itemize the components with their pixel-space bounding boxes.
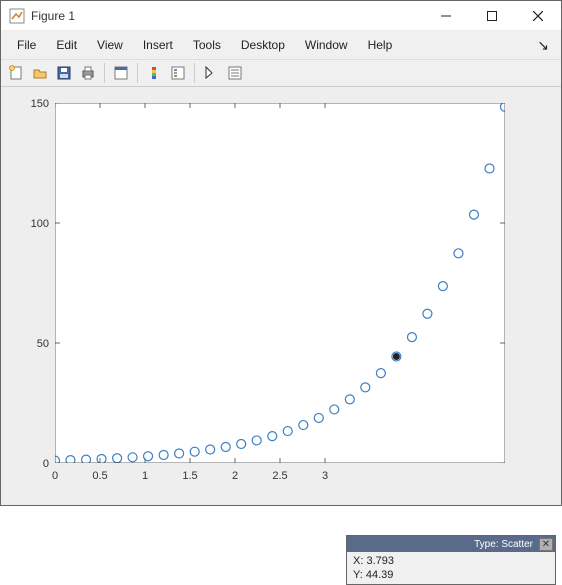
datatip-x: X: 3.793 <box>353 554 549 568</box>
data-point[interactable] <box>268 432 277 441</box>
edit-plot-icon[interactable] <box>200 62 222 84</box>
data-point[interactable] <box>299 421 308 430</box>
toolbar-separator-1 <box>104 63 105 83</box>
datatip-y: Y: 44.39 <box>353 568 549 582</box>
menu-insert[interactable]: Insert <box>133 34 183 56</box>
new-figure-icon[interactable] <box>5 62 27 84</box>
data-point[interactable] <box>159 450 168 459</box>
menu-file[interactable]: File <box>7 34 46 56</box>
datatip[interactable]: Type: Scatter ✕ X: 3.793 Y: 44.39 <box>346 535 556 585</box>
app-icon <box>9 8 25 24</box>
menubar: File Edit View Insert Tools Desktop Wind… <box>1 31 561 59</box>
close-button[interactable] <box>515 1 561 31</box>
print-icon[interactable] <box>77 62 99 84</box>
axes[interactable]: 050100150 00.511.522.53 <box>55 103 505 463</box>
datatip-close-icon[interactable]: ✕ <box>539 538 553 551</box>
dock-icon[interactable]: ↘ <box>531 37 555 54</box>
window-title: Figure 1 <box>31 9 423 23</box>
menu-view[interactable]: View <box>87 34 133 56</box>
figure-canvas[interactable]: 050100150 00.511.522.53 Type: Scatter ✕ … <box>1 87 561 505</box>
data-point[interactable] <box>55 456 60 463</box>
toolbar <box>1 59 561 87</box>
datatip-type-label: Type: Scatter <box>474 539 533 550</box>
maximize-button[interactable] <box>469 1 515 31</box>
data-point[interactable] <box>128 453 137 462</box>
copy-figure-icon[interactable] <box>110 62 132 84</box>
data-point[interactable] <box>221 442 230 451</box>
properties-icon[interactable] <box>224 62 246 84</box>
data-point[interactable] <box>190 447 199 456</box>
data-point[interactable] <box>314 413 323 422</box>
y-tick-label: 150 <box>31 98 49 110</box>
x-tick-label: 3 <box>322 470 328 482</box>
save-icon[interactable] <box>53 62 75 84</box>
data-point[interactable] <box>469 210 478 219</box>
x-tick-label: 2.5 <box>272 470 287 482</box>
selected-point[interactable] <box>393 353 399 359</box>
datatip-body: X: 3.793 Y: 44.39 <box>347 552 555 585</box>
data-point[interactable] <box>252 436 261 445</box>
data-point[interactable] <box>82 455 91 463</box>
data-point[interactable] <box>97 454 106 463</box>
data-point[interactable] <box>345 395 354 404</box>
x-tick-label: 1 <box>142 470 148 482</box>
toolbar-separator-2 <box>137 63 138 83</box>
menu-desktop[interactable]: Desktop <box>231 34 295 56</box>
x-tick-label: 1.5 <box>182 470 197 482</box>
colorbar-icon[interactable] <box>143 62 165 84</box>
data-point[interactable] <box>330 405 339 414</box>
data-point[interactable] <box>206 445 215 454</box>
data-point[interactable] <box>501 103 506 111</box>
y-tick-label: 50 <box>37 338 49 350</box>
data-point[interactable] <box>113 454 122 463</box>
data-point[interactable] <box>283 427 292 436</box>
data-point[interactable] <box>438 282 447 291</box>
data-point[interactable] <box>454 249 463 258</box>
x-tick-label: 0 <box>52 470 58 482</box>
menu-edit[interactable]: Edit <box>46 34 87 56</box>
titlebar: Figure 1 <box>1 1 561 31</box>
menu-tools[interactable]: Tools <box>183 34 231 56</box>
menu-help[interactable]: Help <box>358 34 403 56</box>
menu-window[interactable]: Window <box>295 34 358 56</box>
scatter-plot[interactable] <box>55 103 505 463</box>
y-tick-label: 100 <box>31 218 49 230</box>
data-point[interactable] <box>376 369 385 378</box>
data-point[interactable] <box>175 449 184 458</box>
datatip-header[interactable]: Type: Scatter ✕ <box>347 536 555 552</box>
data-point[interactable] <box>407 333 416 342</box>
data-point[interactable] <box>237 439 246 448</box>
data-point[interactable] <box>423 309 432 318</box>
legend-icon[interactable] <box>167 62 189 84</box>
minimize-button[interactable] <box>423 1 469 31</box>
data-point[interactable] <box>485 164 494 173</box>
data-point[interactable] <box>144 452 153 461</box>
toolbar-separator-3 <box>194 63 195 83</box>
data-point[interactable] <box>361 383 370 392</box>
y-tick-label: 0 <box>43 458 49 470</box>
open-icon[interactable] <box>29 62 51 84</box>
x-tick-label: 0.5 <box>92 470 107 482</box>
data-point[interactable] <box>66 456 75 463</box>
x-tick-label: 2 <box>232 470 238 482</box>
